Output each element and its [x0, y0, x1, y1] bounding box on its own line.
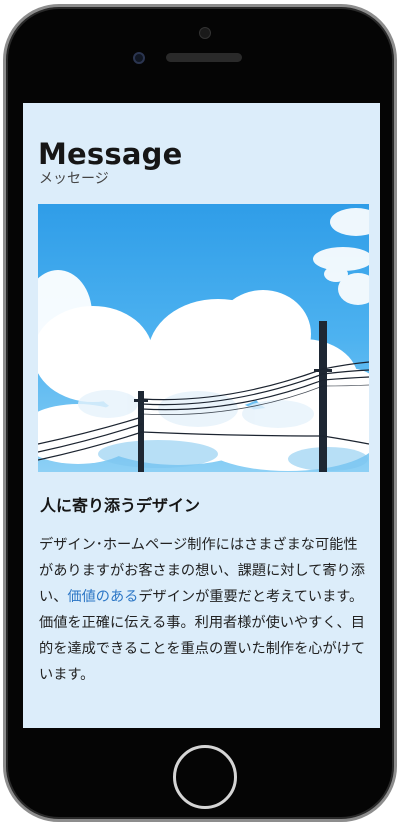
- proximity-sensor: [199, 27, 211, 39]
- phone-frame: Message メッセージ 人に寄り添うデザイン デザイン･ホームページ制作には…: [3, 4, 397, 822]
- value-link[interactable]: 価値のある: [67, 589, 138, 605]
- body-text-part3: 価値を正確に伝える事。利用者様が使いやすく、目的を達成できることを重点の置いた制…: [39, 615, 366, 683]
- body-text-part2: デザインが重要だと考えています。: [138, 589, 364, 605]
- page-title: Message: [38, 137, 183, 171]
- screen: Message メッセージ 人に寄り添うデザイン デザイン･ホームページ制作には…: [23, 103, 380, 728]
- sky-clouds-power-lines-photo: [38, 204, 369, 472]
- hero-image: [38, 204, 369, 472]
- section-heading: 人に寄り添うデザイン: [40, 496, 201, 515]
- front-camera-icon: [133, 52, 145, 64]
- page-subtitle: メッセージ: [39, 171, 109, 187]
- home-button[interactable]: [173, 745, 237, 809]
- earpiece-speaker: [166, 53, 242, 62]
- message-body: デザイン･ホームページ制作にはさまざまな可能性がありますがお客さまの想い、課題に…: [39, 532, 369, 688]
